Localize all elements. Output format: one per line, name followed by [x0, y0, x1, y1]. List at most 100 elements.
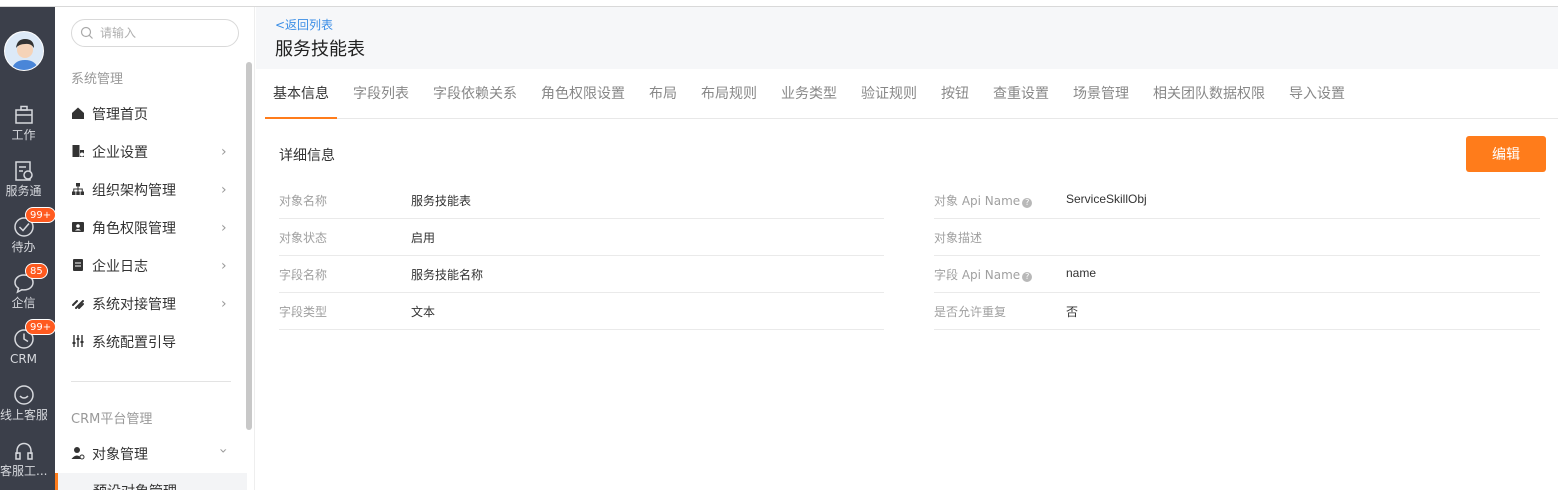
chevron-right-icon: › [221, 296, 227, 312]
crm-badge: 99+ [25, 319, 57, 335]
chevron-right-icon: › [221, 144, 227, 160]
id-card-icon [72, 222, 84, 232]
sidebar-item-config-guide[interactable]: 系统配置引导 [71, 330, 241, 354]
rail-label: 工作 [11, 128, 36, 142]
rail-label: 服务通 [5, 184, 42, 198]
tab-label: 场景管理 [1073, 86, 1129, 102]
rail-label: 客服工... [0, 464, 47, 478]
tab-label: 布局规则 [701, 86, 757, 102]
tab-team-data-permissions[interactable]: 相关团队数据权限 [1145, 83, 1273, 119]
tab-label: 查重设置 [993, 86, 1049, 102]
group-title-system: 系统管理 [71, 72, 124, 87]
tab-role-permissions[interactable]: 角色权限设置 [533, 83, 633, 119]
sidebar-item-label: 管理首页 [92, 107, 148, 123]
tab-layout[interactable]: 布局 [641, 83, 685, 119]
sidebar-item-logs[interactable]: 企业日志 › [71, 254, 241, 278]
sidebar-item-home[interactable]: 管理首页 [71, 102, 241, 126]
sidebar-item-roles[interactable]: 角色权限管理 › [71, 216, 241, 240]
tab-business-type[interactable]: 业务类型 [773, 83, 845, 119]
field-label: 对象状态 [279, 231, 328, 245]
field-value: ServiceSkillObj [1066, 192, 1147, 206]
rail-label: 企信 [11, 296, 36, 310]
sidebar-item-label: 企业设置 [92, 145, 148, 161]
smile-icon [13, 385, 34, 405]
field-value: 启用 [411, 231, 436, 245]
app-root: 工作 服务通 待办 99+ 企信 85 CRM 99+ 线上客服 客服工... … [0, 0, 1558, 490]
field-label: 对象名称 [279, 194, 328, 208]
sidebar-subitem-preset-objects[interactable]: 预设对象管理 [55, 473, 247, 490]
sidebar-item-label: 角色权限管理 [92, 221, 176, 237]
tab-label: 按钮 [941, 86, 969, 102]
tab-field-list[interactable]: 字段列表 [345, 83, 417, 119]
chevron-right-icon: › [221, 220, 227, 236]
field-row: 对象状态 启用 [279, 219, 884, 256]
tab-label: 字段依赖关系 [433, 86, 517, 102]
headset-icon [14, 442, 33, 460]
sidebar-item-enterprise-settings[interactable]: 企业设置 › [71, 140, 241, 164]
page-title: 服务技能表 [275, 39, 365, 60]
rail-item-service-workbench[interactable]: 客服工... [0, 440, 47, 478]
org-chart-icon [72, 183, 84, 195]
chevron-right-icon: › [221, 182, 227, 198]
rail-label: 线上客服 [0, 408, 47, 422]
avatar[interactable] [4, 31, 44, 71]
sidebar-item-label: 系统配置引导 [92, 335, 176, 351]
tab-label: 基本信息 [273, 86, 329, 102]
search-input[interactable] [100, 24, 230, 42]
building-icon [72, 145, 84, 157]
tab-field-dependency[interactable]: 字段依赖关系 [425, 83, 525, 119]
rail-item-work[interactable]: 工作 [0, 104, 47, 142]
field-row: 字段名称 服务技能名称 [279, 256, 884, 293]
field-row: 字段类型 文本 [279, 293, 884, 330]
page-header: <返回列表 服务技能表 [256, 7, 1558, 69]
user-gear-icon [71, 447, 85, 460]
sidebar-item-org[interactable]: 组织架构管理 › [71, 178, 241, 202]
chevron-down-icon: › [215, 448, 231, 454]
back-to-list-link[interactable]: <返回列表 [275, 16, 333, 33]
tab-label: 相关团队数据权限 [1153, 86, 1265, 102]
tab-duplicate-check[interactable]: 查重设置 [985, 83, 1057, 119]
field-row: 对象 Api Name? ServiceSkillObj [934, 182, 1540, 219]
sidebar: 系统管理 管理首页 企业设置 › 组织架构管理 › 角色权限管理 › 企业日志 … [55, 7, 255, 490]
service-icon [14, 161, 33, 181]
tab-label: 业务类型 [781, 86, 837, 102]
sidebar-item-label: 组织架构管理 [92, 183, 176, 199]
field-row: 字段 Api Name? name [934, 256, 1540, 293]
tab-buttons[interactable]: 按钮 [933, 83, 977, 119]
home-icon [72, 107, 84, 119]
sidebar-item-integration[interactable]: 系统对接管理 › [71, 292, 241, 316]
field-label: 对象 Api Name? [934, 192, 1033, 209]
edit-button[interactable]: 编辑 [1466, 136, 1546, 172]
tab-validation-rules[interactable]: 验证规则 [853, 83, 925, 119]
field-value: 否 [1066, 305, 1079, 319]
sidebar-item-label: 对象管理 [92, 447, 148, 463]
field-label: 对象描述 [934, 231, 983, 245]
briefcase-icon [14, 105, 33, 124]
section-title: 详细信息 [279, 148, 335, 164]
sidebar-subitem-label: 预设对象管理 [93, 481, 177, 490]
rail-label: 待办 [11, 240, 36, 254]
sidebar-item-label: 企业日志 [92, 259, 148, 275]
tab-import-settings[interactable]: 导入设置 [1281, 83, 1353, 119]
rail-item-online-service[interactable]: 线上客服 [0, 384, 47, 422]
search-box[interactable] [71, 19, 239, 47]
help-icon[interactable]: ? [1022, 198, 1033, 208]
left-rail: 工作 服务通 待办 99+ 企信 85 CRM 99+ 线上客服 客服工... [0, 7, 57, 490]
rail-item-service[interactable]: 服务通 [0, 160, 47, 198]
tab-basic-info[interactable]: 基本信息 [265, 83, 337, 119]
field-value: name [1066, 266, 1097, 280]
sliders-icon [72, 335, 84, 347]
sidebar-scrollbar[interactable] [246, 62, 252, 430]
field-value: 文本 [411, 305, 436, 319]
tab-scene-mgmt[interactable]: 场景管理 [1065, 83, 1137, 119]
help-icon[interactable]: ? [1022, 272, 1033, 282]
search-icon [80, 26, 93, 39]
sidebar-item-object-mgmt[interactable]: 对象管理 › [71, 442, 241, 466]
todo-badge: 99+ [25, 207, 57, 223]
tab-label: 布局 [649, 86, 677, 102]
tab-layout-rules[interactable]: 布局规则 [693, 83, 765, 119]
tab-label: 角色权限设置 [541, 86, 625, 102]
field-row: 是否允许重复 否 [934, 293, 1540, 330]
field-label-text: 对象 Api Name [934, 194, 1021, 208]
log-icon [73, 259, 83, 271]
